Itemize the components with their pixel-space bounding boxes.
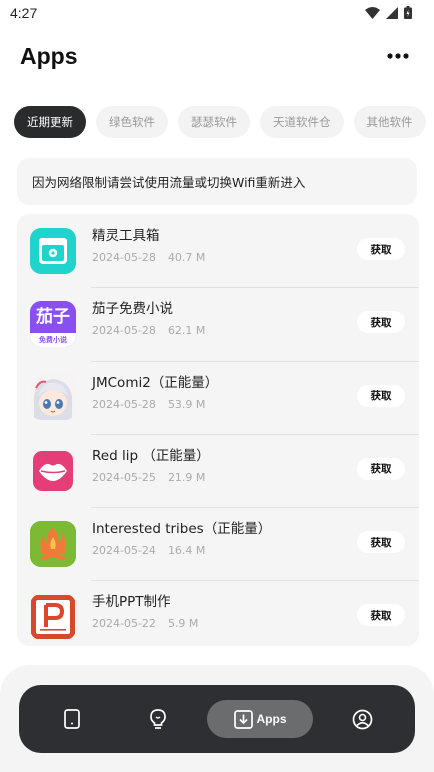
tab-tiandao-warehouse[interactable]: 天道软件仓 [260,106,344,138]
app-meta: 2024-05-22 5.9 M [92,617,198,630]
app-meta: 2024-05-25 21.9 M [92,471,210,484]
app-date: 2024-05-25 [92,470,156,484]
tab-other-software[interactable]: 其他软件 [353,106,426,138]
app-date: 2024-05-28 [92,397,156,411]
get-button[interactable]: 获取 [357,531,405,554]
toolbox-icon [30,227,76,274]
app-meta: 2024-05-28 62.1 M [92,324,205,337]
app-name: JMComi2（正能量） [92,374,219,391]
app-info: Red lip （正能量） 2024-05-25 21.9 M [92,447,210,484]
app-date: 2024-05-28 [92,251,156,264]
lips-icon [30,448,76,494]
list-item[interactable]: 手机PPT制作 2024-05-22 5.9 M 获取 [17,580,419,646]
nav-apps-label: Apps [256,712,287,726]
nav-item-profile[interactable] [349,700,375,738]
get-button[interactable]: 获取 [357,604,405,627]
user-circle-icon [352,709,372,729]
novel-icon-subtext: 免费小说 [39,335,67,344]
novel-app-icon: 茄子 免费小说 [30,300,76,347]
app-meta: 2024-05-28 53.9 M [92,398,218,411]
header: Apps [0,36,434,76]
category-tabs: 近期更新 绿色软件 瑟瑟软件 天道软件仓 其他软件 [14,106,434,140]
phone-icon [64,709,80,729]
status-icons [365,4,412,23]
app-info: 手机PPT制作 2024-05-22 5.9 M [92,593,198,630]
app-name: 手机PPT制作 [92,594,171,611]
app-name: Red lip （正能量） [92,447,210,464]
app-meta: 2024-05-28 40.7 M [92,251,205,264]
network-notice: 因为网络限制请尝试使用流量或切换Wifi重新进入 [17,158,417,205]
list-item[interactable]: 茄子 免费小说 茄子免费小说 2024-05-28 62.1 M 获取 [17,287,419,360]
nav-item-phone[interactable] [59,700,85,738]
app-name: 茄子免费小说 [92,301,173,318]
get-button[interactable]: 获取 [357,311,405,334]
app-info: JMComi2（正能量） 2024-05-28 53.9 M [92,374,218,411]
tab-green-software[interactable]: 绿色软件 [96,106,168,138]
anime-girl-icon [30,374,76,421]
app-size: 53.9 M [167,397,206,411]
nav-item-apps[interactable]: Apps [207,700,313,738]
lightbulb-icon [150,709,166,729]
more-options-button[interactable] [386,44,410,68]
list-item[interactable]: Interested tribes（正能量） 2024-05-24 16.4 M… [17,507,419,580]
app-date: 2024-05-22 [92,617,156,631]
list-item[interactable]: JMComi2（正能量） 2024-05-28 53.9 M 获取 [17,360,419,434]
get-button[interactable]: 获取 [357,238,405,260]
app-name: Interested tribes（正能量） [92,521,272,538]
app-info: Interested tribes（正能量） 2024-05-24 16.4 M [92,520,271,557]
app-size: 5.9 M [167,617,199,631]
app-info: 精灵工具箱 2024-05-28 40.7 M [92,227,205,264]
campfire-icon [30,520,76,567]
list-item[interactable]: 精灵工具箱 2024-05-28 40.7 M 获取 [17,214,419,287]
status-time: 4:27 [10,5,38,21]
app-info: 茄子免费小说 2024-05-28 62.1 M [92,300,205,337]
battery-icon [404,4,412,23]
novel-icon-text: 茄子 [36,306,70,327]
wifi-icon [365,4,380,23]
page-title: Apps [20,42,78,69]
app-size: 40.7 M [167,251,206,264]
app-name: 精灵工具箱 [92,228,160,244]
tab-adult-software[interactable]: 瑟瑟软件 [178,106,250,138]
app-size: 16.4 M [167,544,206,558]
download-box-icon [233,709,253,729]
app-size: 62.1 M [167,324,206,338]
status-bar: 4:27 [0,0,434,26]
app-date: 2024-05-28 [92,324,156,338]
ppt-icon [30,594,76,640]
app-meta: 2024-05-24 16.4 M [92,544,271,557]
signal-icon [386,4,398,23]
get-button[interactable]: 获取 [357,384,405,407]
app-size: 21.9 M [167,470,206,484]
get-button[interactable]: 获取 [357,457,405,480]
bottom-nav: Apps [19,685,415,753]
app-list: 精灵工具箱 2024-05-28 40.7 M 获取 茄子 免费小说 茄子免费小… [17,214,419,646]
app-date: 2024-05-24 [92,544,156,558]
more-horizontal-icon [387,53,409,59]
tab-recent-updates[interactable]: 近期更新 [14,106,86,138]
nav-item-ideas[interactable] [145,700,171,738]
list-item[interactable]: Red lip （正能量） 2024-05-25 21.9 M 获取 [17,433,419,507]
